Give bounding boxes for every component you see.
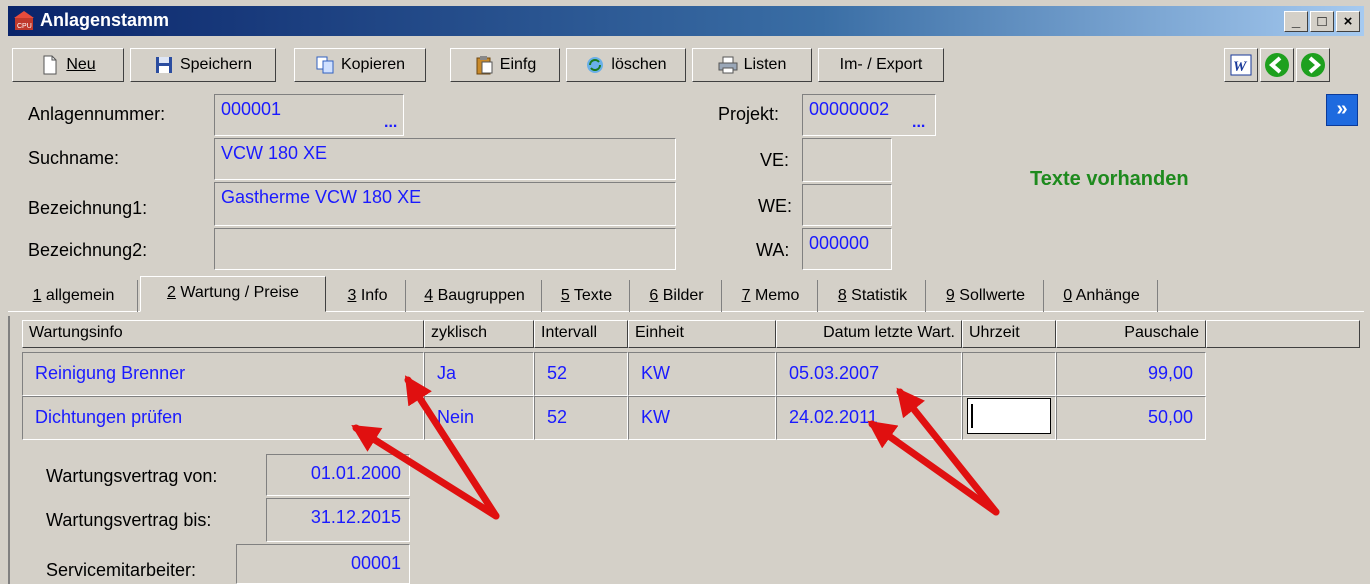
cell-zyklisch[interactable]: Nein — [424, 396, 534, 440]
arrow-right-icon — [1301, 53, 1325, 77]
save-label: Speichern — [179, 56, 253, 73]
import-export-label: Im- / Export — [839, 56, 923, 73]
new-button[interactable]: Neu — [12, 48, 124, 82]
cell-pauschale[interactable]: 50,00 — [1056, 396, 1206, 440]
wa-field[interactable]: 000000 — [802, 228, 892, 270]
column-header-pauschale[interactable]: Pauschale — [1056, 320, 1206, 348]
column-header-datum[interactable]: Datum letzte Wart. — [776, 320, 962, 348]
title-bar: CPU Anlagenstamm _ □ × — [8, 6, 1364, 36]
window-title: Anlagenstamm — [40, 10, 170, 30]
bezeichnung2-label: Bezeichnung2: — [28, 240, 148, 260]
close-button[interactable]: × — [1336, 11, 1360, 32]
tab-anhaenge[interactable]: 0 Anhänge — [1046, 280, 1158, 312]
cell-einheit[interactable]: KW — [628, 396, 776, 440]
refresh-delete-icon — [587, 57, 604, 73]
projekt-lookup-button[interactable]: ... — [912, 114, 925, 132]
word-icon: W — [1230, 54, 1252, 76]
wartungsvertrag-von-field[interactable]: 01.01.2000 — [266, 454, 410, 496]
new-label: Neu — [66, 56, 96, 73]
we-field[interactable] — [802, 184, 892, 226]
wartungsvertrag-von-label: Wartungsvertrag von: — [46, 466, 218, 486]
delete-button[interactable]: löschen — [566, 48, 686, 82]
tab-bilder[interactable]: 6 Bilder — [632, 280, 722, 312]
cell-wartungsinfo[interactable]: Reinigung Brenner — [22, 352, 424, 396]
tab-baugruppen[interactable]: 4 Baugruppen — [408, 280, 542, 312]
anlagennummer-label: Anlagennummer: — [28, 104, 166, 124]
anlagenstamm-window: CPU Anlagenstamm _ □ × Neu Speichern Kop… — [0, 0, 1370, 584]
copy-icon — [316, 56, 334, 74]
anlagennummer-lookup-button[interactable]: ... — [384, 114, 397, 132]
delete-label: löschen — [611, 56, 667, 73]
text-caret — [971, 404, 973, 428]
lists-button[interactable]: Listen — [692, 48, 812, 82]
cell-intervall[interactable]: 52 — [534, 352, 628, 396]
svg-text:CPU: CPU — [17, 23, 32, 30]
bezeichnung1-field[interactable]: Gastherme VCW 180 XE — [214, 182, 676, 226]
cell-wartungsinfo[interactable]: Dichtungen prüfen — [22, 396, 424, 440]
tab-memo[interactable]: 7 Memo — [724, 280, 818, 312]
cell-einheit[interactable]: KW — [628, 352, 776, 396]
ve-label: VE: — [760, 150, 790, 170]
minimize-button[interactable]: _ — [1284, 11, 1308, 32]
lists-label: Listen — [743, 56, 787, 73]
save-button[interactable]: Speichern — [130, 48, 276, 82]
panel-left-edge — [8, 316, 10, 584]
cell-intervall[interactable]: 52 — [534, 396, 628, 440]
ve-field[interactable] — [802, 138, 892, 182]
column-header-zyklisch[interactable]: zyklisch — [424, 320, 534, 348]
cell-zyklisch[interactable]: Ja — [424, 352, 534, 396]
wa-label: WA: — [756, 240, 790, 260]
new-document-icon — [43, 55, 57, 75]
tab-info[interactable]: 3 Info — [330, 280, 406, 312]
copy-label: Kopieren — [340, 56, 406, 73]
cell-uhrzeit[interactable] — [962, 352, 1056, 396]
tab-sollwerte[interactable]: 9 Sollwerte — [928, 280, 1044, 312]
paste-label: Einfg — [499, 56, 537, 73]
paste-button[interactable]: Einfg — [450, 48, 560, 82]
tab-statistik[interactable]: 8 Statistik — [820, 280, 926, 312]
word-export-button[interactable]: W — [1224, 48, 1258, 82]
copy-button[interactable]: Kopieren — [294, 48, 426, 82]
uhrzeit-edit-input[interactable] — [967, 398, 1051, 434]
maximize-button[interactable]: □ — [1310, 11, 1334, 32]
column-header-uhrzeit[interactable]: Uhrzeit — [962, 320, 1056, 348]
bezeichnung1-label: Bezeichnung1: — [28, 198, 148, 218]
projekt-label: Projekt: — [718, 104, 780, 124]
toolbar: Neu Speichern Kopieren Einfg löschen Lis… — [8, 46, 1364, 86]
texte-status: Texte vorhanden — [1030, 168, 1189, 190]
printer-icon — [718, 56, 738, 74]
previous-record-button[interactable] — [1260, 48, 1294, 82]
column-header-filler — [1206, 320, 1360, 348]
anlagennummer-field[interactable]: 000001 — [214, 94, 404, 136]
cell-datum[interactable]: 05.03.2007 — [776, 352, 962, 396]
servicemitarbeiter-field[interactable]: 00001 — [236, 544, 410, 584]
column-header-intervall[interactable]: Intervall — [534, 320, 628, 348]
cell-datum[interactable]: 24.02.2011 — [776, 396, 962, 440]
arrow-left-icon — [1265, 53, 1289, 77]
suchname-field[interactable]: VCW 180 XE — [214, 138, 676, 180]
clipboard-paste-icon — [476, 56, 493, 75]
suchname-label: Suchname: — [28, 148, 120, 168]
column-header-einheit[interactable]: Einheit — [628, 320, 776, 348]
import-export-button[interactable]: Im- / Export — [818, 48, 944, 82]
tab-wartung-preise[interactable]: 2 Wartung / Preise — [140, 276, 326, 312]
expand-button[interactable]: » — [1326, 94, 1358, 126]
next-record-button[interactable] — [1296, 48, 1330, 82]
we-label: WE: — [758, 196, 792, 216]
wartungsvertrag-bis-label: Wartungsvertrag bis: — [46, 510, 212, 530]
column-header-wartungsinfo[interactable]: Wartungsinfo — [22, 320, 424, 348]
cell-pauschale[interactable]: 99,00 — [1056, 352, 1206, 396]
floppy-disk-icon — [155, 57, 172, 73]
tab-texte[interactable]: 5 Texte — [544, 280, 630, 312]
svg-text:W: W — [1233, 59, 1248, 75]
wartungsvertrag-bis-field[interactable]: 31.12.2015 — [266, 498, 410, 542]
bezeichnung2-field[interactable] — [214, 228, 676, 270]
app-icon: CPU — [14, 11, 34, 30]
tab-allgemein[interactable]: 1 allgemein — [10, 280, 138, 312]
servicemitarbeiter-label: Servicemitarbeiter: — [46, 560, 197, 580]
